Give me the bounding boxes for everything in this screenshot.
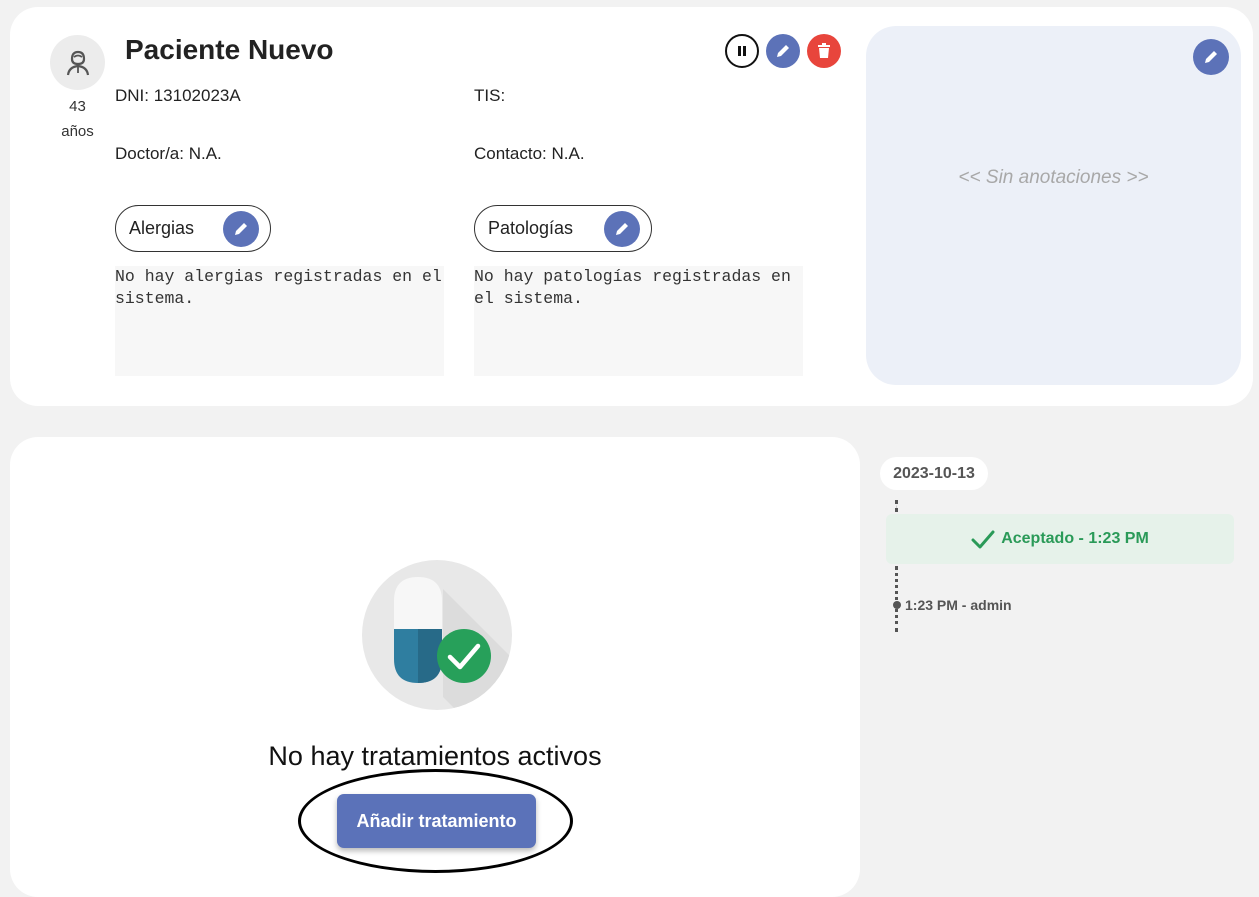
- pause-patient-button[interactable]: [725, 34, 759, 68]
- status-accepted: Aceptado - 1:23 PM: [886, 514, 1234, 564]
- patient-contact: Contacto: N.A.: [474, 144, 585, 163]
- annotations-panel: << Sin anotaciones >>: [866, 26, 1241, 385]
- add-treatment-button[interactable]: Añadir tratamiento: [337, 794, 536, 848]
- timeline-connector: [895, 566, 898, 632]
- edit-patient-button[interactable]: [766, 34, 800, 68]
- delete-patient-button[interactable]: [807, 34, 841, 68]
- timeline-connector: [895, 500, 898, 512]
- patient-avatar: [50, 35, 105, 90]
- pencil-icon: [235, 222, 247, 235]
- pencil-icon: [1205, 51, 1217, 63]
- no-treatments-text: No hay tratamientos activos: [268, 741, 602, 771]
- check-icon: [971, 530, 995, 549]
- user-avatar-icon: [66, 50, 89, 75]
- annotations-empty-text: << Sin anotaciones >>: [958, 167, 1149, 188]
- patient-tis: TIS:: [474, 86, 506, 105]
- treatments-card: No hay tratamientos activos Añadir trata…: [10, 437, 860, 897]
- edit-allergies-button[interactable]: [223, 210, 259, 247]
- pathologies-text: No hay patologías registradas en el sist…: [474, 266, 803, 376]
- pathologies-pill: Patologías: [474, 205, 652, 252]
- allergies-pill: Alergias: [115, 205, 271, 252]
- edit-annotations-button[interactable]: [1193, 39, 1229, 75]
- pill-check-icon: [362, 560, 512, 710]
- trash-icon: [818, 43, 830, 58]
- timeline-log-entry: 1:23 PM - admin: [905, 597, 1012, 613]
- patient-dni: DNI: 13102023A: [115, 86, 241, 105]
- status-text: Aceptado - 1:23 PM: [1001, 530, 1149, 547]
- pause-icon: [738, 46, 746, 56]
- timeline-date: 2023-10-13: [880, 457, 988, 490]
- allergies-label: Alergias: [129, 218, 195, 238]
- edit-pathologies-button[interactable]: [604, 210, 640, 247]
- patient-age-number: 43: [69, 98, 86, 115]
- patient-card: 43 años Paciente Nuevo DNI: 13102023A TI…: [10, 7, 1253, 406]
- allergies-text: No hay alergias registradas en el sistem…: [115, 266, 444, 376]
- pencil-icon: [616, 222, 628, 235]
- patient-doctor: Doctor/a: N.A.: [115, 144, 222, 163]
- patient-name: Paciente Nuevo: [125, 34, 334, 65]
- patient-age-unit: años: [61, 123, 94, 140]
- timeline-dot: [893, 601, 901, 609]
- pathologies-label: Patologías: [488, 218, 574, 238]
- pencil-icon: [777, 45, 789, 57]
